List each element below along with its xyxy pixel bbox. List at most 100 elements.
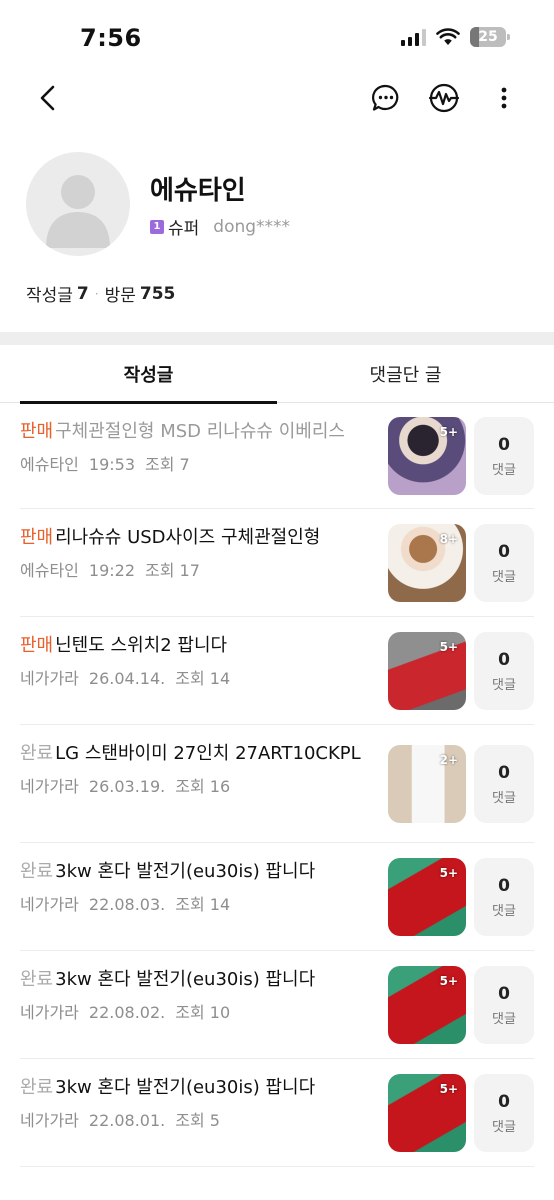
post-title-text: LG 스탠바이미 27인치 27ART10CKPL — [55, 743, 361, 764]
post-status-tag: 판매 — [20, 635, 54, 656]
post-title: 판매 닌텐도 스위치2 팝니다 — [20, 631, 372, 661]
post-title-text: 3kw 혼다 발전기(eu30is) 팝니다 — [55, 861, 316, 882]
comment-count: 0 — [498, 983, 510, 1004]
image-count-badge: 5+ — [439, 866, 458, 880]
post-title-text: 닌텐도 스위치2 팝니다 — [55, 635, 228, 656]
post-meta: 네가가라 22.08.02. 조회 10 — [20, 999, 372, 1023]
post-title: 완료 3kw 혼다 발전기(eu30is) 팝니다 — [20, 965, 372, 995]
post-author: 네가가라 — [20, 1111, 79, 1130]
comment-label: 댓글 — [492, 1011, 516, 1027]
comment-count: 0 — [498, 875, 510, 896]
post-title: 완료 3kw 혼다 발전기(eu30is) 팝니다 — [20, 1073, 372, 1103]
user-id: dong**** — [213, 216, 291, 237]
post-list: 판매 구체관절인형 MSD 리나슈슈 이베리스 에슈타인 19:53 조회 7 5+ 0 댓글… — [20, 403, 534, 1167]
profile-stats: 작성글 7 · 방문 755 — [26, 281, 176, 307]
post-time: 22.08.03. — [88, 895, 166, 914]
post-thumbnail[interactable]: 5+ — [388, 417, 466, 495]
post-views: 조회 17 — [145, 561, 200, 580]
image-count-badge: 5+ — [439, 640, 458, 654]
post-status-tag: 완료 — [20, 743, 54, 764]
image-count-badge: 5+ — [439, 425, 458, 439]
post-item[interactable]: 완료 LG 스탠바이미 27인치 27ART10CKPL 네가가라 26.03.19.… — [20, 725, 534, 843]
post-thumbnail[interactable]: 5+ — [388, 1074, 466, 1152]
comment-count: 0 — [498, 434, 510, 455]
avatar[interactable] — [26, 152, 130, 256]
post-title: 완료 LG 스탠바이미 27인치 27ART10CKPL — [20, 739, 372, 769]
default-avatar-icon — [46, 175, 110, 248]
visits-label: 방문 — [104, 286, 136, 306]
tab-commented-posts[interactable]: 댓글단 글 — [277, 345, 534, 403]
post-item[interactable]: 완료 3kw 혼다 발전기(eu30is) 팝니다네가가라 22.08.01. 조회 … — [20, 1059, 534, 1167]
wifi-icon — [436, 28, 460, 45]
comment-count: 0 — [498, 1091, 510, 1112]
post-author: 네가가라 — [20, 895, 79, 914]
post-thumbnail[interactable]: 8+ — [388, 524, 466, 602]
activity-button[interactable] — [426, 80, 462, 116]
comment-count-button[interactable]: 0 댓글 — [474, 632, 534, 710]
battery-level: 25 — [478, 29, 498, 45]
post-views: 조회 14 — [175, 669, 231, 688]
post-item[interactable]: 판매 닌텐도 스위치2 팝니다네가가라 26.04.14. 조회 14 5+ 0 댓글 — [20, 617, 534, 725]
profile-name: 에슈타인 — [150, 176, 246, 206]
chat-bubble-icon — [372, 84, 399, 111]
post-time: 22.08.02. — [88, 1003, 166, 1022]
waveform-icon — [428, 83, 460, 113]
comment-label: 댓글 — [492, 1119, 516, 1135]
comment-count-button[interactable]: 0 댓글 — [474, 524, 534, 602]
post-title-text: 구체관절인형 MSD 리나슈슈 이베리스 — [55, 421, 345, 442]
post-author: 네가가라 — [20, 777, 79, 796]
post-text: 완료 LG 스탠바이미 27인치 27ART10CKPL 네가가라 26.03.19.… — [20, 739, 372, 797]
comment-count-button[interactable]: 0 댓글 — [474, 966, 534, 1044]
post-thumbnail[interactable]: 5+ — [388, 632, 466, 710]
back-button[interactable] — [30, 80, 66, 116]
post-status-tag: 완료 — [20, 969, 54, 990]
chat-button[interactable] — [368, 80, 404, 116]
post-time: 19:22 — [88, 561, 135, 580]
post-thumbnail[interactable]: 5+ — [388, 966, 466, 1044]
comment-label: 댓글 — [492, 569, 516, 585]
post-status-tag: 완료 — [20, 1077, 54, 1098]
post-views: 조회 16 — [175, 777, 231, 796]
comment-count-button[interactable]: 0 댓글 — [474, 745, 534, 823]
post-author: 네가가라 — [20, 669, 79, 688]
post-views: 조회 5 — [175, 1111, 220, 1130]
post-item[interactable]: 판매 구체관절인형 MSD 리나슈슈 이베리스에슈타인 19:53 조회 7 5+ 0 댓글 — [20, 403, 534, 509]
image-count-badge: 5+ — [439, 974, 458, 988]
post-status-tag: 판매 — [20, 421, 54, 442]
comment-count-button[interactable]: 0 댓글 — [474, 1074, 534, 1152]
visits-count: 755 — [139, 283, 176, 304]
post-time: 19:53 — [88, 455, 135, 474]
post-text: 판매 리나슈슈 USD사이즈 구체관절인형 에슈타인 19:22 조회 17 — [20, 523, 372, 581]
post-meta: 네가가라 26.04.14. 조회 14 — [20, 665, 372, 689]
post-thumbnail[interactable]: 5+ — [388, 858, 466, 936]
post-item[interactable]: 완료 3kw 혼다 발전기(eu30is) 팝니다 네가가라 22.08.03. 조회 … — [20, 843, 534, 951]
post-views: 조회 7 — [145, 455, 190, 474]
profile-subinfo: 1 슈퍼 dong**** — [150, 214, 290, 239]
post-text: 완료 3kw 혼다 발전기(eu30is) 팝니다 네가가라 22.08.02. 조회 … — [20, 965, 372, 1023]
tab-posts[interactable]: 작성글 — [20, 345, 277, 404]
post-meta: 에슈타인 19:22 조회 17 — [20, 557, 372, 581]
separator-dot: · — [94, 286, 99, 301]
post-item[interactable]: 완료 3kw 혼다 발전기(eu30is) 팝니다 네가가라 22.08.02. 조회 … — [20, 951, 534, 1059]
post-title: 판매 구체관절인형 MSD 리나슈슈 이베리스 — [20, 417, 372, 447]
post-item[interactable]: 판매 리나슈슈 USD사이즈 구체관절인형 에슈타인 19:22 조회 17 8+ 0 댓글 — [20, 509, 534, 617]
status-bar: 7:56 25 — [0, 0, 554, 76]
post-meta: 네가가라 22.08.01. 조회 5 — [20, 1107, 372, 1131]
grade-label: 슈퍼 — [168, 219, 200, 239]
comment-count-button[interactable]: 0 댓글 — [474, 417, 534, 495]
comment-label: 댓글 — [492, 790, 516, 806]
post-title-text: 리나슈슈 USD사이즈 구체관절인형 — [55, 527, 321, 548]
comment-count-button[interactable]: 0 댓글 — [474, 858, 534, 936]
post-time: 26.03.19. — [88, 777, 166, 796]
post-title-text: 3kw 혼다 발전기(eu30is) 팝니다 — [55, 1077, 316, 1098]
post-text: 판매 구체관절인형 MSD 리나슈슈 이베리스에슈타인 19:53 조회 7 — [20, 417, 372, 475]
more-button[interactable] — [486, 80, 522, 116]
post-author: 에슈타인 — [20, 455, 79, 474]
comment-count: 0 — [498, 649, 510, 670]
comment-count: 0 — [498, 762, 510, 783]
posts-count: 7 — [76, 283, 89, 304]
post-thumbnail[interactable]: 2+ — [388, 745, 466, 823]
post-status-tag: 완료 — [20, 861, 54, 882]
post-author: 네가가라 — [20, 1003, 79, 1022]
post-title: 완료 3kw 혼다 발전기(eu30is) 팝니다 — [20, 857, 372, 887]
